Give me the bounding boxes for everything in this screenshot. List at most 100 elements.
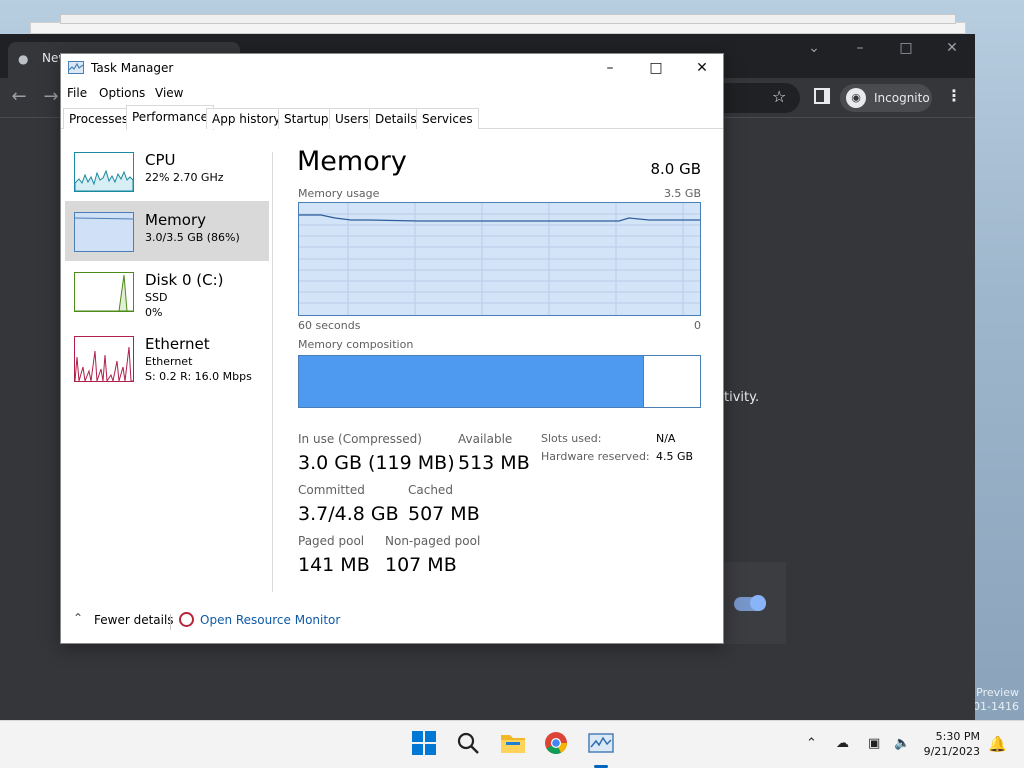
non-paged-pool-label: Non-paged pool [385, 534, 481, 548]
close-button[interactable]: ✕ [679, 54, 725, 84]
disk-sparkline [75, 274, 133, 312]
forward-icon[interactable]: → [40, 86, 62, 107]
incognito-label: Incognito [874, 91, 930, 105]
cached-value: 507 MB [408, 503, 480, 525]
open-resource-monitor-link[interactable]: Open Resource Monitor [200, 613, 340, 627]
maximize-button[interactable]: □ [633, 54, 679, 84]
memory-usage-line [299, 214, 700, 222]
cpu-mini-graph [74, 152, 134, 192]
search-icon[interactable] [456, 731, 482, 757]
resource-detail: S: 0.2 R: 16.0 Mbps [145, 370, 252, 383]
non-paged-pool-value: 107 MB [385, 554, 457, 576]
resource-detail: SSD [145, 291, 168, 304]
tab-processes[interactable]: Processes [63, 108, 135, 129]
hardware-reserved-value: 4.5 GB [656, 450, 694, 463]
incognito-indicator[interactable]: ◉ Incognito [840, 84, 932, 112]
resource-ethernet[interactable]: Ethernet Ethernet S: 0.2 R: 16.0 Mbps [65, 325, 269, 385]
window-title: Task Manager [91, 61, 174, 75]
ethernet-sparkline [74, 346, 133, 383]
in-use-segment [299, 356, 644, 407]
taskbar: ⌃ ☁ ▣ 🔈 5:30 PM 9/21/2023 🔔 [0, 720, 1024, 768]
available-value: 513 MB [458, 452, 530, 474]
tab-users[interactable]: Users [329, 108, 375, 129]
resource-memory[interactable]: Memory 3.0/3.5 GB (86%) [65, 201, 269, 261]
cached-label: Cached [408, 483, 453, 497]
committed-value: 3.7/4.8 GB [298, 503, 399, 525]
title-bar[interactable]: Task Manager – □ ✕ [61, 54, 723, 84]
notification-bell-icon[interactable]: 🔔 [988, 735, 1007, 753]
usage-graph-label: Memory usage [298, 187, 380, 200]
minimize-button[interactable]: – [846, 40, 874, 56]
page-title: Memory [297, 146, 407, 177]
hardware-reserved-label: Hardware reserved: [541, 450, 650, 463]
memory-mini-graph [74, 212, 134, 252]
time-axis-left: 60 seconds [298, 319, 361, 332]
minimize-button[interactable]: – [587, 54, 633, 84]
chrome-icon[interactable] [544, 731, 570, 757]
footer-divider [170, 614, 171, 630]
performance-resource-list: CPU 22% 2.70 GHz Memory 3.0/3.5 GB (86%)… [61, 130, 273, 598]
fewer-details-link[interactable]: Fewer details [94, 613, 174, 627]
resource-name: Disk 0 (C:) [145, 271, 224, 289]
resource-monitor-icon [179, 612, 194, 627]
bookmark-star-icon[interactable]: ☆ [772, 87, 786, 106]
composition-label: Memory composition [298, 338, 414, 351]
tab-services[interactable]: Services [416, 108, 479, 129]
cpu-sparkline [74, 169, 134, 192]
background-window [60, 14, 956, 24]
task-manager-window[interactable]: Task Manager – □ ✕ File Options View Pro… [60, 53, 724, 644]
slots-used-value: N/A [656, 432, 676, 445]
resource-detail: 22% 2.70 GHz [145, 171, 224, 184]
tab-performance[interactable]: Performance [126, 105, 215, 130]
paged-pool-label: Paged pool [298, 534, 365, 548]
chevron-down-icon[interactable]: ⌄ [800, 40, 828, 56]
disk-mini-graph [74, 272, 134, 312]
resource-name: Ethernet [145, 335, 210, 353]
resource-cpu[interactable]: CPU 22% 2.70 GHz [65, 141, 269, 201]
committed-label: Committed [298, 483, 365, 497]
close-button[interactable]: ✕ [938, 40, 966, 56]
memory-usage-graph [298, 202, 701, 316]
system-clock[interactable]: 5:30 PM 9/21/2023 [924, 729, 980, 759]
tab-strip: Processes Performance App history Startu… [61, 105, 723, 130]
memory-composition-bar [298, 355, 701, 408]
file-explorer-icon[interactable] [500, 731, 526, 757]
memory-total: 8.0 GB [650, 160, 701, 178]
clock-date: 9/21/2023 [923, 745, 980, 758]
onedrive-icon[interactable]: ☁ [836, 736, 849, 751]
back-icon[interactable]: ← [8, 86, 30, 107]
resource-detail: 0% [145, 306, 163, 319]
network-icon[interactable]: ▣ [868, 736, 880, 751]
tab-app-history[interactable]: App history [206, 108, 287, 129]
usage-graph-max: 3.5 GB [663, 187, 701, 200]
paged-pool-value: 141 MB [298, 554, 370, 576]
in-use-value: 3.0 GB (119 MB) [298, 452, 455, 474]
windows-start-icon[interactable] [412, 731, 438, 757]
volume-muted-icon[interactable]: 🔈 [894, 736, 910, 751]
slots-used-label: Slots used: [541, 432, 602, 445]
page-text: tivity. [724, 390, 760, 405]
maximize-button[interactable]: □ [892, 40, 920, 56]
memory-usage-plot [299, 203, 700, 315]
task-manager-icon [68, 61, 84, 74]
tab-startup[interactable]: Startup [278, 108, 335, 129]
side-panel-icon[interactable] [814, 88, 830, 104]
menu-options[interactable]: Options [99, 86, 145, 100]
incognito-icon: ◉ [846, 88, 866, 108]
resource-disk[interactable]: Disk 0 (C:) SSD 0% [65, 261, 269, 321]
chevron-up-icon[interactable]: ⌃ [73, 611, 83, 625]
tab-details[interactable]: Details [369, 108, 423, 129]
resource-name: CPU [145, 151, 176, 169]
chrome-menu-icon[interactable]: ⋮ [946, 86, 962, 105]
menu-view[interactable]: View [155, 86, 183, 100]
menu-file[interactable]: File [67, 86, 87, 100]
resource-name: Memory [145, 211, 207, 229]
footer: ⌃ Fewer details Open Resource Monitor [61, 606, 723, 636]
toggle-knob[interactable] [750, 595, 766, 611]
task-manager-icon[interactable] [588, 731, 614, 757]
menu-bar: File Options View [61, 84, 723, 104]
resource-detail: 3.0/3.5 GB (86%) [145, 231, 240, 244]
panel-divider [272, 152, 273, 592]
show-hidden-icons-chevron-icon[interactable]: ⌃ [806, 736, 817, 751]
memory-sparkline [74, 217, 134, 220]
